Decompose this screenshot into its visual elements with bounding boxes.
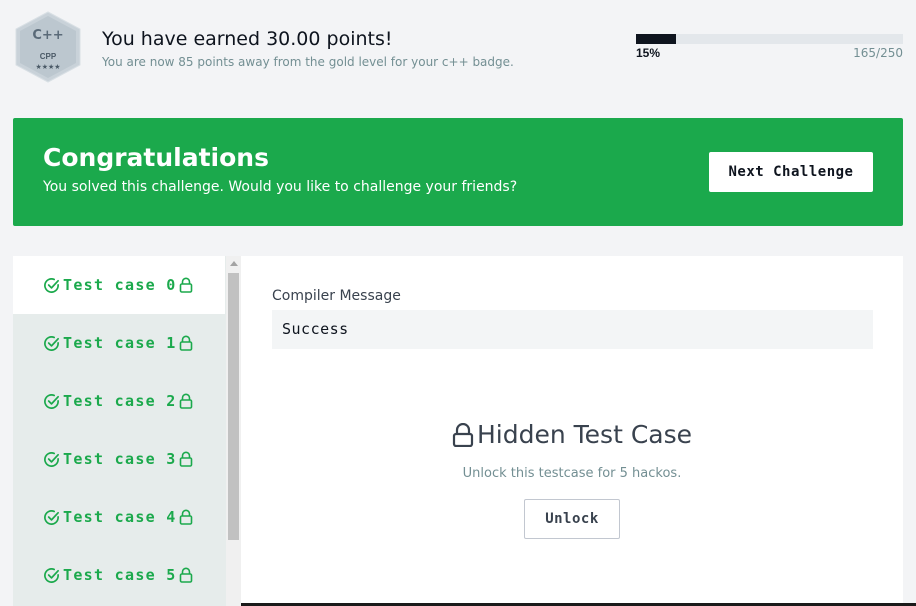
test-case-label: Test case 4	[63, 508, 177, 526]
check-circle-icon	[44, 567, 59, 583]
test-case-item[interactable]: Test case 1	[13, 314, 225, 372]
unlock-button[interactable]: Unlock	[524, 499, 620, 539]
scroll-up-arrow-icon[interactable]	[226, 256, 241, 271]
check-circle-icon	[44, 509, 59, 525]
check-circle-icon	[44, 393, 59, 409]
badge-progress-fill	[636, 34, 677, 44]
hidden-test-case-title: Hidden Test Case	[476, 420, 692, 449]
banner-subtitle: You solved this challenge. Would you lik…	[43, 179, 518, 195]
test-result-panel: Compiler Message Success Hidden Test Cas…	[241, 256, 903, 606]
points-earned-subtitle: You are now 85 points away from the gold…	[102, 55, 514, 69]
badge-progress-bar	[636, 34, 903, 44]
scroll-thumb[interactable]	[228, 273, 239, 540]
check-circle-icon	[44, 451, 59, 467]
badge-language-name: CPP	[39, 52, 57, 61]
badge-language-glyph: C++	[32, 28, 64, 43]
test-case-item[interactable]: Test case 2	[13, 372, 225, 430]
congratulations-banner: Congratulations You solved this challeng…	[13, 118, 903, 226]
badge-stars: ★★★★	[35, 64, 61, 71]
cpp-badge: C++ CPP ★★★★	[12, 10, 84, 84]
hidden-test-case-note: Unlock this testcase for 5 hackos.	[462, 466, 682, 481]
check-circle-icon	[44, 277, 59, 293]
lock-icon	[179, 451, 192, 467]
test-case-list: Test case 0 Test case 1 Test case 2 Test ca…	[13, 256, 241, 606]
banner-title: Congratulations	[43, 143, 269, 172]
test-case-scrollbar[interactable]	[226, 256, 241, 606]
compiler-message-output: Success	[272, 310, 873, 349]
test-case-label: Test case 5	[63, 566, 177, 584]
test-case-label: Test case 2	[63, 392, 177, 410]
hidden-test-case-heading: Hidden Test Case	[241, 420, 903, 449]
test-case-item[interactable]: Test case 0	[13, 256, 225, 314]
points-earned-title: You have earned 30.00 points!	[102, 28, 393, 50]
badge-progress-percent: 15%	[636, 46, 661, 60]
next-challenge-button[interactable]: Next Challenge	[709, 152, 873, 192]
test-case-item[interactable]: Test case 3	[13, 430, 225, 488]
lock-icon	[179, 335, 192, 351]
compiler-message-label: Compiler Message	[272, 288, 401, 304]
lock-icon	[452, 422, 474, 447]
test-case-item[interactable]: Test case 4	[13, 488, 225, 546]
check-circle-icon	[44, 335, 59, 351]
test-case-label: Test case 0	[63, 276, 177, 294]
lock-icon	[179, 277, 192, 293]
badge-hexagon-icon	[15, 11, 81, 83]
lock-icon	[179, 509, 192, 525]
lock-icon	[179, 567, 192, 583]
test-case-label: Test case 3	[63, 450, 177, 468]
badge-progress-count: 165/250	[853, 46, 903, 60]
test-case-label: Test case 1	[63, 334, 177, 352]
test-case-item[interactable]: Test case 5	[13, 546, 225, 604]
lock-icon	[179, 393, 192, 409]
